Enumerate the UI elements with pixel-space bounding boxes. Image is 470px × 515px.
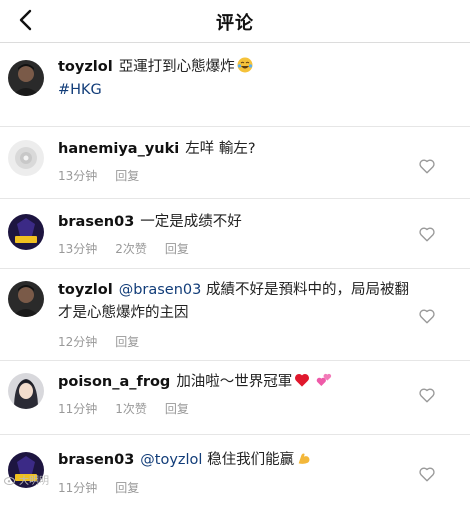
avatar[interactable] — [8, 373, 44, 409]
comment-username[interactable]: brasen03 — [58, 214, 134, 230]
heart-icon[interactable] — [418, 225, 436, 243]
heart-icon[interactable] — [418, 307, 436, 325]
mention-link[interactable]: @brasen03 — [119, 282, 202, 298]
comment-time: 13分钟 — [58, 169, 98, 183]
comment-text: 稳住我们能赢 — [207, 452, 295, 468]
comment-text: 一定是成绩不好 — [140, 214, 242, 230]
comment-item: toyzlol @brasen03 成績不好是預料中的，局局被翻才是心態爆炸的主因… — [0, 269, 470, 361]
heart-icon[interactable] — [418, 465, 436, 483]
comment-item: brasen03 @toyzlol 稳住我们能赢 11分钟 回复 — [0, 435, 470, 515]
heart-icon[interactable] — [418, 157, 436, 175]
reply-button[interactable]: 回复 — [115, 481, 139, 495]
top-bar: 评论 — [0, 0, 470, 43]
mention-link[interactable]: @toyzlol — [140, 452, 202, 468]
avatar[interactable] — [8, 281, 44, 317]
heart-icon[interactable] — [418, 386, 436, 404]
avatar[interactable] — [8, 214, 44, 250]
page-title: 评论 — [216, 13, 254, 34]
comment-item: hanemiya_yuki 左咩 輸左? 13分钟 回复 — [0, 127, 470, 199]
watermark: 大明明 — [4, 472, 49, 487]
like-count[interactable]: 2次赞 — [115, 242, 147, 256]
comment-item: poison_a_frog 加油啦～世界冠軍 11分钟 1次赞 回复 — [0, 361, 470, 435]
comment-list: toyzlol 亞運打到心態爆炸 #HKG hanemiya_yuki 左咩 輸左?… — [0, 43, 470, 515]
comment-username[interactable]: toyzlol — [58, 282, 113, 298]
two-hearts-emoji-icon — [316, 372, 332, 388]
comment-text: 亞運打到心態爆炸 — [118, 59, 235, 75]
caption-comment: toyzlol 亞運打到心態爆炸 #HKG — [0, 43, 470, 127]
weibo-logo-icon — [4, 476, 15, 485]
reply-button[interactable]: 回复 — [165, 402, 189, 416]
comment-item: brasen03 一定是成绩不好 13分钟 2次赞 回复 — [0, 199, 470, 269]
comment-text: 加油啦～世界冠軍 — [176, 374, 293, 390]
avatar[interactable] — [8, 140, 44, 176]
comment-time: 12分钟 — [58, 335, 98, 349]
comment-time: 11分钟 — [58, 481, 98, 495]
comment-username[interactable]: toyzlol — [58, 59, 113, 75]
avatar[interactable] — [8, 60, 44, 96]
comment-time: 13分钟 — [58, 242, 98, 256]
flexed-biceps-emoji-icon — [296, 450, 312, 466]
comment-time: 11分钟 — [58, 402, 98, 416]
reply-button[interactable]: 回复 — [165, 242, 189, 256]
comment-text: 左咩 輸左? — [185, 141, 256, 157]
red-heart-emoji-icon — [294, 372, 310, 388]
comment-username[interactable]: hanemiya_yuki — [58, 141, 179, 157]
hashtag-link[interactable]: #HKG — [58, 79, 422, 102]
laughing-tears-emoji-icon — [237, 57, 253, 73]
comment-username[interactable]: poison_a_frog — [58, 374, 170, 390]
comment-username[interactable]: brasen03 — [58, 452, 134, 468]
watermark-text: 大明明 — [19, 476, 49, 487]
reply-button[interactable]: 回复 — [115, 335, 139, 349]
like-count[interactable]: 1次赞 — [115, 402, 147, 416]
reply-button[interactable]: 回复 — [115, 169, 139, 183]
